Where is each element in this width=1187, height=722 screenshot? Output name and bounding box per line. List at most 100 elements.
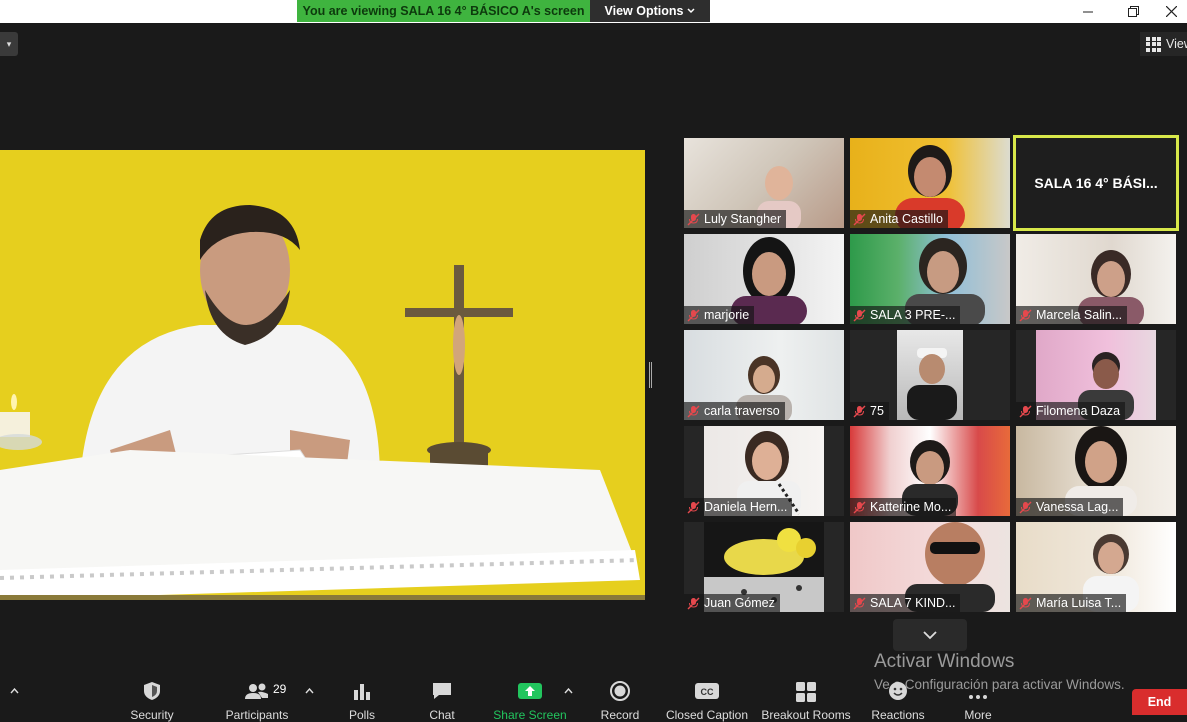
participant-name: Juan Gómez — [704, 596, 775, 610]
participant-label: SALA 3 PRE-... — [850, 306, 961, 324]
chat-button[interactable]: Chat — [397, 672, 487, 722]
audio-options-caret[interactable] — [10, 686, 19, 697]
windows-activation-title: Activar Windows — [874, 651, 1015, 672]
reactions-button[interactable]: Reactions — [853, 672, 943, 722]
security-label: Security — [130, 708, 174, 722]
participant-tile[interactable]: María Luisa T... — [1016, 522, 1176, 612]
participant-tile[interactable]: carla traverso — [684, 330, 844, 420]
meeting-toolbar: Security Participants 29 Polls Chat Shar… — [0, 672, 1187, 722]
muted-mic-icon — [687, 405, 700, 417]
participant-label: Luly Stangher — [684, 210, 787, 228]
participant-tile[interactable]: 75 — [850, 330, 1010, 420]
caret-up-icon — [564, 687, 573, 694]
breakout-rooms-icon — [796, 682, 816, 702]
participants-button[interactable]: Participants — [212, 672, 302, 722]
caret-up-icon — [305, 687, 314, 694]
participant-tile[interactable]: Luly Stangher — [684, 138, 844, 228]
security-button[interactable]: Security — [107, 672, 197, 722]
share-screen-icon — [518, 683, 542, 699]
close-button[interactable] — [1155, 0, 1187, 23]
participants-label: Participants — [225, 708, 289, 722]
chevron-down-icon — [923, 630, 937, 639]
caret-up-icon — [10, 687, 19, 694]
closed-caption-icon: CC — [695, 683, 719, 699]
more-dots-icon — [969, 695, 987, 699]
participant-name: María Luisa T... — [1036, 596, 1122, 610]
closed-caption-label: Closed Caption — [665, 708, 749, 722]
minimize-icon — [1083, 11, 1093, 12]
chat-label: Chat — [429, 708, 455, 722]
breakout-rooms-button[interactable]: Breakout Rooms — [761, 672, 851, 722]
muted-mic-icon — [853, 405, 866, 417]
share-options-caret[interactable] — [564, 686, 573, 697]
participant-tile[interactable]: SALA 3 PRE-... — [850, 234, 1010, 324]
participant-tile[interactable]: Marcela Salin... — [1016, 234, 1176, 324]
panel-splitter-handle[interactable] — [649, 362, 652, 388]
record-label: Record — [600, 708, 640, 722]
view-options-button[interactable]: View Options — [590, 0, 710, 22]
participant-name: Daniela Hern... — [704, 500, 788, 514]
participant-name: SALA 3 PRE-... — [870, 308, 956, 322]
muted-mic-icon — [687, 597, 700, 609]
participant-label: SALA 7 KIND... — [850, 594, 961, 612]
more-button[interactable]: More — [933, 672, 1023, 722]
reactions-label: Reactions — [871, 708, 925, 722]
minimize-button[interactable] — [1065, 0, 1111, 23]
participant-label: Daniela Hern... — [684, 498, 793, 516]
shield-icon — [144, 682, 160, 700]
chevron-down-icon — [687, 8, 695, 14]
grid-icon — [1146, 36, 1161, 52]
participant-name: Luly Stangher — [704, 212, 782, 226]
viewing-message: You are viewing SALA 16 4° BÁSICO A's sc… — [297, 0, 590, 22]
participant-tile[interactable]: Katterine Mo... — [850, 426, 1010, 516]
participant-label: 75 — [850, 402, 889, 420]
record-icon — [610, 681, 630, 701]
collapse-gallery-button[interactable] — [893, 619, 967, 651]
muted-mic-icon — [1019, 309, 1032, 321]
participant-name: carla traverso — [704, 404, 780, 418]
svg-text:CC: CC — [701, 687, 714, 697]
share-options-dropdown[interactable]: ▾ — [0, 32, 18, 56]
participant-name: 75 — [870, 404, 884, 418]
closed-caption-button[interactable]: CC Closed Caption — [662, 672, 752, 722]
participant-label: Vanessa Lag... — [1016, 498, 1124, 516]
record-button[interactable]: Record — [575, 672, 665, 722]
end-meeting-button[interactable]: End — [1132, 689, 1187, 715]
participant-tile[interactable]: Filomena Daza — [1016, 330, 1176, 420]
participant-tile[interactable]: marjorie — [684, 234, 844, 324]
muted-mic-icon — [1019, 501, 1032, 513]
participant-tile[interactable]: Juan Gómez — [684, 522, 844, 612]
participant-name: marjorie — [704, 308, 750, 322]
participants-icon — [245, 683, 268, 699]
muted-mic-icon — [853, 309, 866, 321]
participant-name: SALA 7 KIND... — [870, 596, 956, 610]
restore-button[interactable] — [1110, 0, 1156, 23]
participants-options-caret[interactable] — [305, 686, 314, 697]
participant-label: carla traverso — [684, 402, 785, 420]
share-screen-button[interactable]: Share Screen — [485, 672, 575, 722]
muted-mic-icon — [853, 501, 866, 513]
participant-name: Anita Castillo — [870, 212, 943, 226]
restore-icon — [1127, 6, 1139, 17]
participant-tile[interactable]: Anita Castillo — [850, 138, 1010, 228]
polls-label: Polls — [348, 708, 375, 722]
polls-button[interactable]: Polls — [317, 672, 407, 722]
participant-label: marjorie — [684, 306, 755, 324]
participant-tile[interactable]: Vanessa Lag... — [1016, 426, 1176, 516]
muted-mic-icon — [1019, 597, 1032, 609]
participant-name: Vanessa Lag... — [1036, 500, 1119, 514]
muted-mic-icon — [687, 213, 700, 225]
shared-video-image — [0, 150, 645, 600]
participant-label: Filomena Daza — [1016, 402, 1126, 420]
participants-count: 29 — [273, 682, 287, 696]
participant-tile[interactable]: Daniela Hern... — [684, 426, 844, 516]
participant-tile[interactable]: SALA 7 KIND... — [850, 522, 1010, 612]
chat-icon — [433, 683, 451, 699]
muted-mic-icon — [853, 213, 866, 225]
muted-mic-icon — [853, 597, 866, 609]
view-layout-button[interactable]: View — [1140, 32, 1187, 56]
muted-mic-icon — [687, 501, 700, 513]
active-speaker-tile[interactable]: SALA 16 4° BÁSI... — [1013, 135, 1179, 231]
breakout-rooms-label: Breakout Rooms — [761, 708, 851, 722]
smiley-icon — [889, 682, 907, 700]
